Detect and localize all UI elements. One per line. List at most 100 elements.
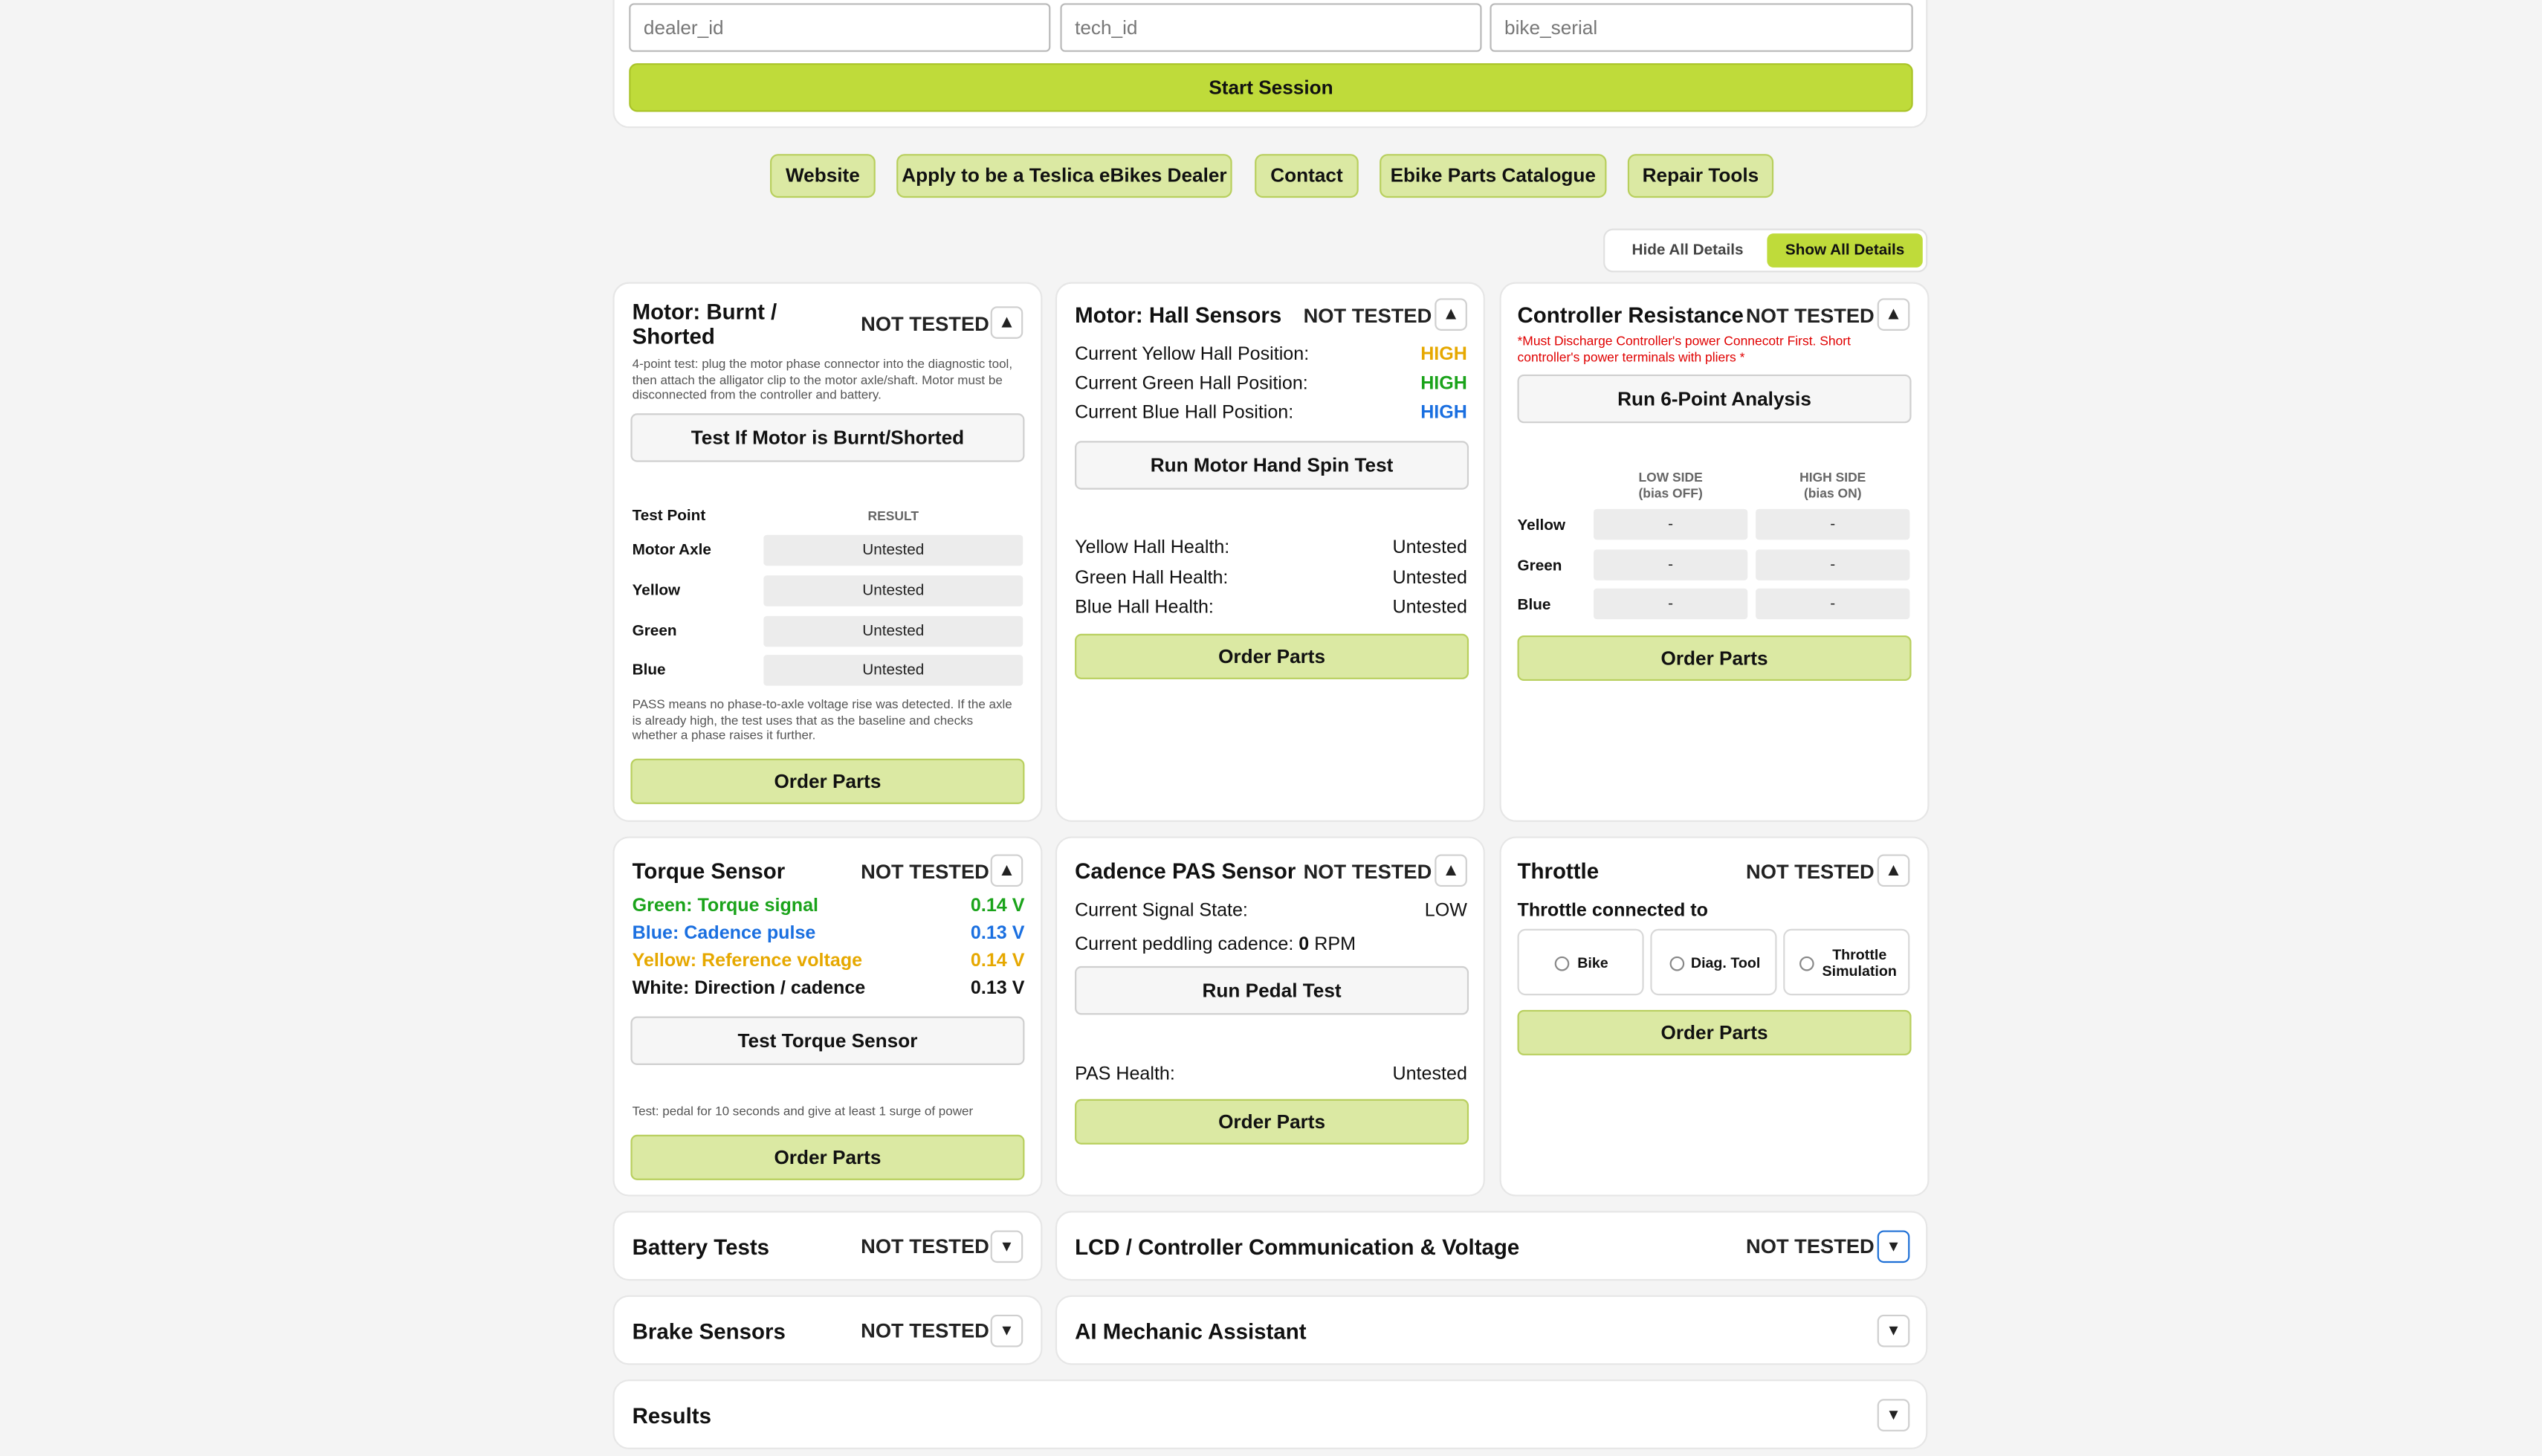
details-toggle: Hide All Details Show All Details xyxy=(1603,228,1928,273)
radio-icon[interactable] xyxy=(1669,956,1685,971)
discharge-warning: *Must Discharge Controller's power Conne… xyxy=(1517,334,1851,364)
motor-burnt-status: NOT TESTED xyxy=(861,312,989,336)
torque-sensor-title: Torque Sensor xyxy=(632,858,786,884)
expand-icon[interactable]: ▾ xyxy=(990,1230,1023,1264)
collapse-icon[interactable]: ▲ xyxy=(990,306,1023,339)
torque-signal-value: 0.13 V xyxy=(970,924,1025,944)
pas-health-value: Untested xyxy=(1392,1064,1467,1085)
contact-link[interactable]: Contact xyxy=(1255,154,1359,198)
hall-position-value: HIGH xyxy=(1420,345,1467,365)
hall-position-label: Current Yellow Hall Position: xyxy=(1075,345,1310,365)
torque-signal-value: 0.13 V xyxy=(970,979,1025,999)
collapse-icon[interactable]: ▲ xyxy=(1435,854,1467,887)
expand-icon[interactable]: ▾ xyxy=(1877,1230,1910,1264)
cadence-pas-title: Cadence PAS Sensor xyxy=(1075,858,1296,884)
brake-sensors-status: NOT TESTED xyxy=(861,1319,989,1342)
repair-tools-link[interactable]: Repair Tools xyxy=(1627,154,1774,198)
parts-catalogue-link[interactable]: Ebike Parts Catalogue xyxy=(1380,154,1607,198)
controller-low-value: - xyxy=(1594,508,1748,540)
lcd-controller-title: LCD / Controller Communication & Voltage xyxy=(1075,1235,1520,1260)
show-all-details-button[interactable]: Show All Details xyxy=(1767,233,1923,268)
signal-state-label: Current Signal State: xyxy=(1075,901,1248,921)
controller-high-value: - xyxy=(1756,588,1910,620)
torque-signal-label: Blue: Cadence pulse xyxy=(632,924,816,944)
collapse-icon[interactable]: ▲ xyxy=(1435,298,1467,331)
test-point-label: Blue xyxy=(632,661,666,679)
option-label: Throttle Simulation xyxy=(1822,946,1897,980)
brake-sensors-title: Brake Sensors xyxy=(632,1319,786,1345)
order-parts-button[interactable]: Order Parts xyxy=(630,758,1025,804)
six-point-analysis-button[interactable]: Run 6-Point Analysis xyxy=(1517,374,1912,424)
battery-tests-status: NOT TESTED xyxy=(861,1235,989,1258)
test-motor-burnt-button[interactable]: Test If Motor is Burnt/Shorted xyxy=(630,413,1025,462)
hall-sensors-status: NOT TESTED xyxy=(1303,305,1432,328)
torque-signal-label: Yellow: Reference voltage xyxy=(632,951,863,971)
hall-health-label: Green Hall Health: xyxy=(1075,569,1229,589)
controller-resistance-title: Controller Resistance xyxy=(1517,302,1744,328)
results-card[interactable] xyxy=(612,1379,1928,1449)
motor-burnt-title: Motor: Burnt / Shorted xyxy=(632,300,777,349)
test-point-result: Untested xyxy=(763,655,1023,686)
order-parts-button[interactable]: Order Parts xyxy=(1075,633,1469,679)
start-session-button[interactable]: Start Session xyxy=(629,63,1913,112)
order-parts-button[interactable]: Order Parts xyxy=(630,1134,1025,1180)
throttle-option-diag-tool[interactable]: Diag. Tool xyxy=(1650,928,1777,996)
results-title: Results xyxy=(632,1403,712,1429)
dealer-apply-link[interactable]: Apply to be a Teslica eBikes Dealer xyxy=(896,154,1232,198)
controller-high-value: - xyxy=(1756,508,1910,540)
controller-high-value: - xyxy=(1756,549,1910,580)
hide-all-details-button[interactable]: Hide All Details xyxy=(1611,235,1764,268)
result-header: RESULT xyxy=(867,508,919,524)
cadence-readout: Current peddling cadence: 0 RPM xyxy=(1075,935,1356,955)
hall-health-value: Untested xyxy=(1392,569,1467,589)
test-point-label: Green xyxy=(632,622,677,641)
motor-burnt-note: PASS means no phase-to-axle voltage rise… xyxy=(632,696,1012,743)
run-pedal-test-button[interactable]: Run Pedal Test xyxy=(1075,965,1469,1015)
torque-signal-value: 0.14 V xyxy=(970,896,1025,916)
hall-position-value: HIGH xyxy=(1420,374,1467,395)
signal-state-value: LOW xyxy=(1424,901,1467,921)
expand-icon[interactable]: ▾ xyxy=(990,1314,1023,1347)
radio-icon[interactable] xyxy=(1554,956,1570,971)
bike-serial-input[interactable]: bike_serial xyxy=(1490,3,1913,52)
dealer-id-input[interactable]: dealer_id xyxy=(629,3,1051,52)
hall-position-label: Current Blue Hall Position: xyxy=(1075,404,1294,424)
test-point-result: Untested xyxy=(763,534,1023,566)
throttle-option-bike[interactable]: Bike xyxy=(1517,928,1644,996)
expand-icon[interactable]: ▾ xyxy=(1877,1314,1910,1347)
hall-health-value: Untested xyxy=(1392,598,1467,618)
diagnostic-page: dealer_id tech_id bike_serial Start Sess… xyxy=(0,0,2542,1456)
test-point-label: Motor Axle xyxy=(632,541,711,560)
collapse-icon[interactable]: ▲ xyxy=(1877,854,1910,887)
controller-low-value: - xyxy=(1594,588,1748,620)
tech-id-input[interactable]: tech_id xyxy=(1060,3,1482,52)
controller-low-value: - xyxy=(1594,549,1748,580)
throttle-option-simulation[interactable]: Throttle Simulation xyxy=(1783,928,1910,996)
ai-mechanic-title: AI Mechanic Assistant xyxy=(1075,1319,1307,1345)
expand-icon[interactable]: ▾ xyxy=(1877,1399,1910,1431)
pas-health-label: PAS Health: xyxy=(1075,1064,1175,1085)
radio-icon[interactable] xyxy=(1799,956,1814,971)
torque-signal-value: 0.14 V xyxy=(970,951,1025,971)
order-parts-button[interactable]: Order Parts xyxy=(1517,1009,1912,1055)
low-side-header: LOW SIDE (bias OFF) xyxy=(1638,470,1703,500)
collapse-icon[interactable]: ▲ xyxy=(990,854,1023,887)
hand-spin-test-button[interactable]: Run Motor Hand Spin Test xyxy=(1075,441,1469,490)
controller-row-label: Green xyxy=(1517,557,1562,576)
hall-health-label: Blue Hall Health: xyxy=(1075,598,1214,618)
test-point-result: Untested xyxy=(763,575,1023,606)
option-label: Diag. Tool xyxy=(1690,954,1761,971)
motor-burnt-description: 4-point test: plug the motor phase conne… xyxy=(632,356,1013,403)
order-parts-button[interactable]: Order Parts xyxy=(1517,635,1912,682)
test-point-result: Untested xyxy=(763,615,1023,647)
torque-signal-label: Green: Torque signal xyxy=(632,896,819,916)
controller-resistance-status: NOT TESTED xyxy=(1746,305,1875,328)
collapse-icon[interactable]: ▲ xyxy=(1877,298,1910,331)
option-label: Bike xyxy=(1577,954,1608,971)
hall-health-label: Yellow Hall Health: xyxy=(1075,538,1230,558)
test-torque-sensor-button[interactable]: Test Torque Sensor xyxy=(630,1016,1025,1065)
test-point-label: Yellow xyxy=(632,582,681,601)
torque-sensor-status: NOT TESTED xyxy=(861,861,989,884)
order-parts-button[interactable]: Order Parts xyxy=(1075,1099,1469,1145)
website-link[interactable]: Website xyxy=(770,154,876,198)
